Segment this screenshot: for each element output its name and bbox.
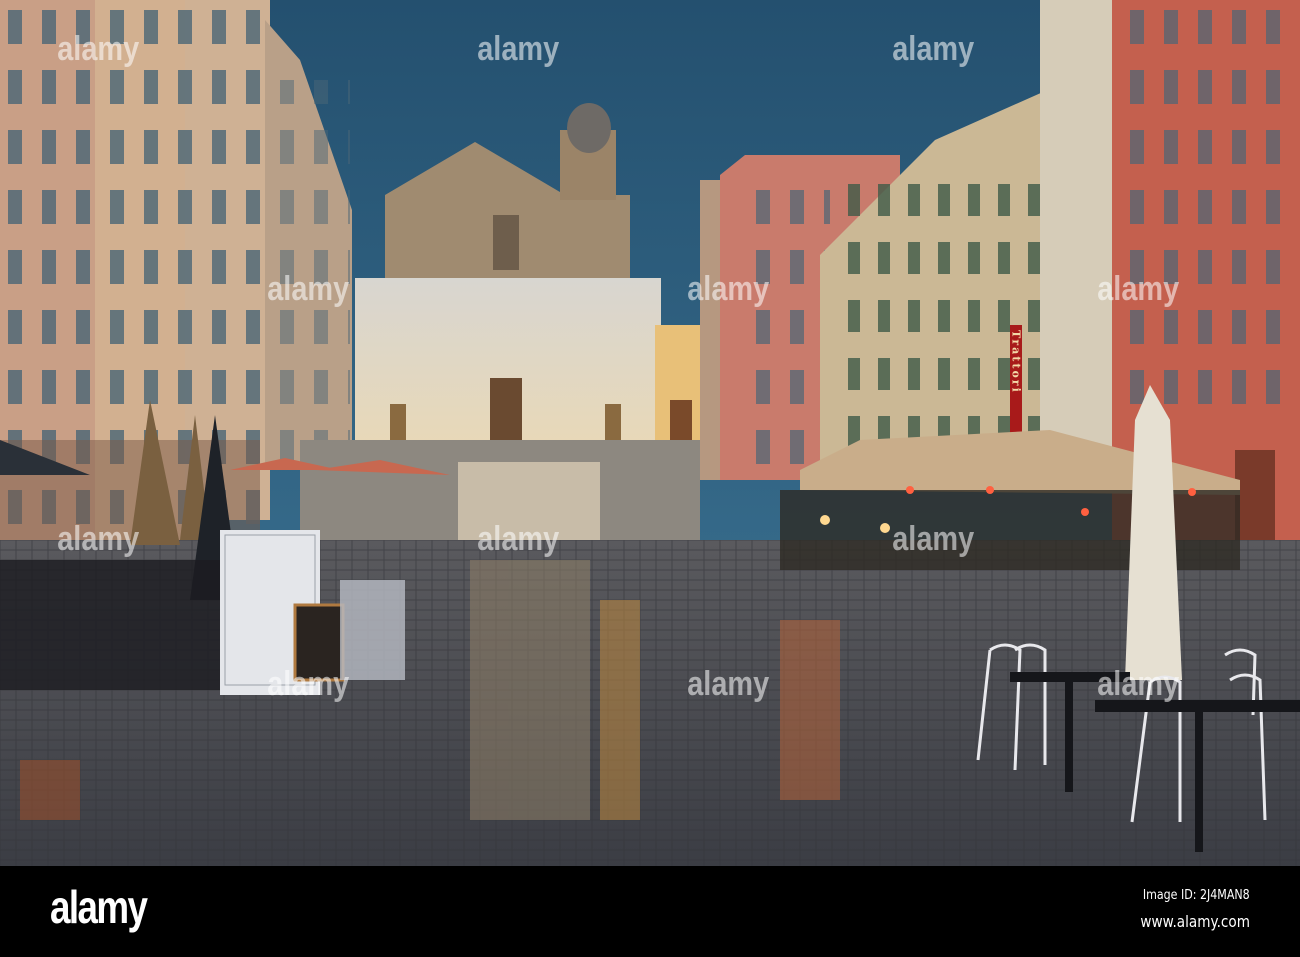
- stock-photo: Trattori alamy alamy alamy alamy alamy a…: [0, 0, 1300, 957]
- watermark: alamy: [892, 30, 975, 68]
- watermark: alamy: [57, 30, 140, 68]
- watermark: alamy: [57, 520, 140, 558]
- watermark: alamy: [1097, 665, 1180, 703]
- footer-bar: alamy Image ID: 2J4MAN8 www.alamy.com: [0, 866, 1300, 957]
- watermark: alamy: [477, 30, 560, 68]
- photo-scene: Trattori: [0, 0, 1300, 866]
- watermark: alamy: [892, 520, 975, 558]
- watermark: alamy: [687, 270, 770, 308]
- alamy-logo: alamy: [50, 881, 148, 933]
- site-url: www.alamy.com: [1140, 912, 1250, 931]
- watermark: alamy: [267, 270, 350, 308]
- watermark: alamy: [267, 665, 350, 703]
- trattoria-sign-text: Trattori: [1010, 330, 1023, 394]
- watermark: alamy: [477, 520, 560, 558]
- watermark: alamy: [687, 665, 770, 703]
- image-id: Image ID: 2J4MAN8: [1143, 888, 1250, 903]
- watermark: alamy: [1097, 270, 1180, 308]
